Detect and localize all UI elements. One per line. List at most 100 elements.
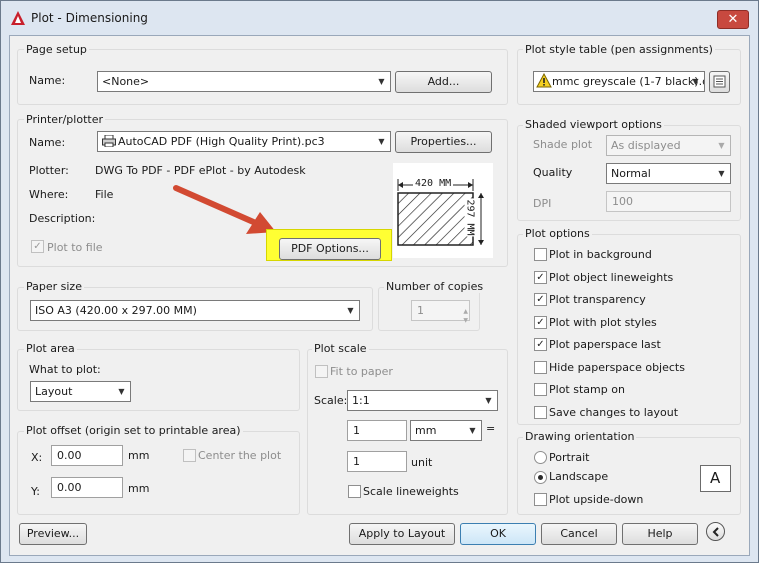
plot-to-file-checkbox[interactable]: ✓ (31, 240, 44, 253)
landscape-page-letter: A (710, 469, 721, 487)
plot-scale-label: Plot scale (312, 342, 369, 355)
upside-down-label: Plot upside-down (549, 493, 644, 506)
portrait-radio[interactable] (534, 451, 547, 464)
what-to-plot-value: Layout (35, 385, 73, 398)
offset-y-unit: mm (128, 482, 150, 495)
paper-size-value: ISO A3 (420.00 x 297.00 MM) (35, 304, 197, 317)
collapse-options-button[interactable] (706, 522, 725, 541)
apply-to-layout-button[interactable]: Apply to Layout (349, 523, 455, 545)
title-bar: Plot - Dimensioning ✕ (1, 1, 758, 35)
scale-unit-select[interactable]: mm ▼ (410, 420, 482, 441)
chevron-down-icon: ▼ (378, 137, 385, 146)
plot-style-label: Plot style table (pen assignments) (523, 43, 715, 56)
quality-select[interactable]: Normal ▼ (606, 163, 731, 184)
copies-value: 1 (417, 304, 424, 317)
plot-option-checkbox[interactable] (534, 248, 547, 261)
scale-value2-input[interactable]: 1 (347, 451, 407, 472)
copies-label: Number of copies (384, 280, 486, 293)
spin-down-icon: ▼ (463, 317, 468, 324)
landscape-label: Landscape (549, 470, 609, 483)
shade-plot-value: As displayed (611, 139, 681, 152)
shade-plot-label: Shade plot (533, 138, 593, 151)
plot-style-select[interactable]: mmc greyscale (1-7 black).c ▼ (533, 71, 705, 92)
scale-value: 1:1 (352, 394, 370, 407)
pdf-options-button[interactable]: PDF Options... (279, 238, 381, 260)
plot-option-checkbox[interactable] (534, 383, 547, 396)
paper-size-select[interactable]: ISO A3 (420.00 x 297.00 MM) ▼ (30, 300, 360, 321)
plot-option-label: Plot transparency (549, 293, 646, 306)
where-value: File (95, 188, 114, 201)
plot-style-value: mmc greyscale (1-7 black).c (552, 75, 705, 88)
scale-lineweights-checkbox[interactable] (348, 485, 361, 498)
ok-button[interactable]: OK (460, 523, 536, 545)
offset-x-input[interactable]: 0.00 (51, 445, 123, 466)
printer-plotter-label: Printer/plotter (24, 113, 105, 126)
help-button[interactable]: Help (622, 523, 698, 545)
plot-to-file-label: Plot to file (47, 241, 103, 254)
chevron-down-icon: ▼ (347, 306, 354, 315)
printer-name-select[interactable]: AutoCAD PDF (High Quality Print).pc3 ▼ (97, 131, 391, 152)
plot-dialog-window: Plot - Dimensioning ✕ Page setup Name: <… (0, 0, 759, 563)
plot-option-checkbox[interactable] (534, 406, 547, 419)
scale-select[interactable]: 1:1 ▼ (347, 390, 498, 411)
plot-option-checkbox[interactable]: ✓ (534, 271, 547, 284)
page-setup-name-label: Name: (29, 74, 66, 87)
properties-button[interactable]: Properties... (395, 131, 492, 153)
printer-name-value: AutoCAD PDF (High Quality Print).pc3 (118, 135, 325, 148)
center-plot-checkbox[interactable] (183, 449, 196, 462)
plot-offset-label: Plot offset (origin set to printable are… (24, 424, 243, 437)
plot-offset-group (17, 431, 300, 515)
preview-button[interactable]: Preview... (19, 523, 87, 545)
scale-unit2-label: unit (411, 456, 433, 469)
scale-equals: = (486, 422, 496, 435)
plotter-value: DWG To PDF - PDF ePlot - by Autodesk (95, 164, 306, 177)
preview-width-label: 420 MM (413, 178, 454, 189)
cancel-button[interactable]: Cancel (541, 523, 617, 545)
dpi-input[interactable]: 100 (606, 191, 731, 212)
scale-unit-value: mm (415, 424, 437, 437)
plot-option-checkbox[interactable] (534, 361, 547, 374)
scale-value1-input[interactable]: 1 (347, 420, 407, 441)
plot-option-checkbox[interactable]: ✓ (534, 293, 547, 306)
chevron-down-icon: ▼ (718, 169, 725, 178)
printer-icon (102, 134, 116, 148)
what-to-plot-select[interactable]: Layout ▼ (30, 381, 131, 402)
page-setup-name-value: <None> (102, 75, 150, 88)
plot-options-label: Plot options (523, 227, 592, 240)
shade-plot-select[interactable]: As displayed ▼ (606, 135, 731, 156)
offset-x-label: X: (31, 451, 43, 464)
plot-option-label: Plot in background (549, 248, 652, 261)
scale-label: Scale: (314, 394, 348, 407)
offset-y-input[interactable]: 0.00 (51, 477, 123, 498)
add-page-setup-button[interactable]: Add... (395, 71, 492, 93)
fit-to-paper-checkbox[interactable] (315, 365, 328, 378)
plot-option-label: Save changes to layout (549, 406, 679, 419)
chevron-down-icon: ▼ (718, 141, 725, 150)
plot-option-label: Plot with plot styles (549, 316, 657, 329)
plot-area-label: Plot area (24, 342, 77, 355)
plot-option-label: Plot stamp on (549, 383, 625, 396)
plot-option-checkbox[interactable]: ✓ (534, 338, 547, 351)
page-setup-name-select[interactable]: <None> ▼ (97, 71, 391, 92)
copies-spinner[interactable]: 1 ▲ ▼ (411, 300, 470, 324)
plot-option-checkbox[interactable]: ✓ (534, 316, 547, 329)
window-title: Plot - Dimensioning (31, 11, 148, 25)
description-label: Description: (29, 212, 96, 225)
shaded-viewport-label: Shaded viewport options (523, 118, 664, 131)
offset-y-label: Y: (31, 485, 40, 498)
landscape-radio[interactable] (534, 471, 547, 484)
printer-name-label: Name: (29, 136, 66, 149)
edit-plot-style-button[interactable] (709, 71, 730, 93)
drawing-orientation-label: Drawing orientation (523, 430, 637, 443)
close-button[interactable]: ✕ (717, 10, 749, 29)
chevron-down-icon: ▼ (485, 396, 492, 405)
what-to-plot-label: What to plot: (29, 363, 101, 376)
autocad-logo-icon (11, 11, 25, 25)
where-label: Where: (29, 188, 69, 201)
upside-down-checkbox[interactable] (534, 493, 547, 506)
chevron-down-icon: ▼ (118, 387, 125, 396)
dpi-label: DPI (533, 197, 552, 210)
paper-size-label: Paper size (24, 280, 84, 293)
preview-height-label: 297 MM (464, 198, 476, 237)
offset-x-unit: mm (128, 449, 150, 462)
